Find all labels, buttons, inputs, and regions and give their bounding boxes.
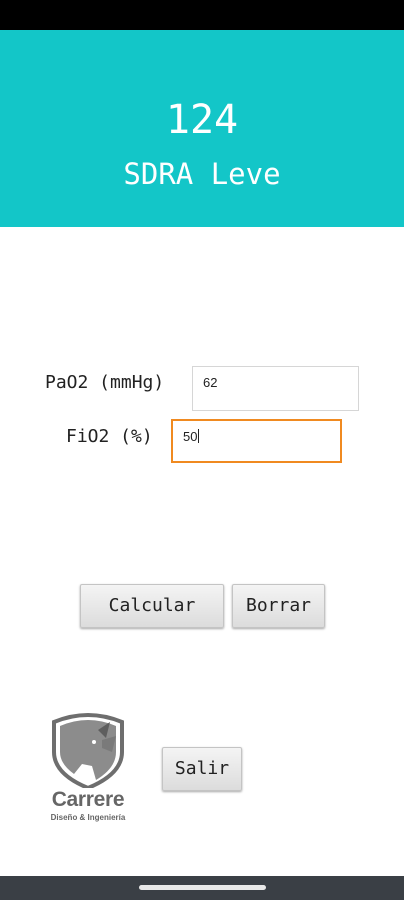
result-value: 124 — [165, 97, 239, 143]
pao2-input[interactable]: 62 — [192, 366, 359, 411]
pao2-value: 62 — [203, 375, 218, 390]
logo-tagline: Diseño & Ingeniería — [50, 813, 126, 822]
carrere-logo: Carrere Diseño & Ingeniería — [36, 708, 140, 830]
result-header: 124 SDRA Leve — [0, 30, 404, 227]
calcular-button[interactable]: Calcular — [80, 584, 224, 628]
fio2-input[interactable]: 50 — [171, 419, 342, 463]
fio2-value: 50 — [183, 429, 198, 444]
logo-name: Carrere — [51, 788, 125, 811]
home-indicator[interactable] — [139, 885, 266, 890]
fio2-label: FiO2 (%) — [66, 426, 153, 447]
text-cursor — [198, 429, 200, 443]
navigation-bar — [0, 876, 404, 900]
pao2-label: PaO2 (mmHg) — [45, 372, 165, 393]
status-bar — [0, 0, 404, 30]
salir-button[interactable]: Salir — [162, 747, 242, 791]
result-classification: SDRA Leve — [123, 157, 281, 191]
borrar-button[interactable]: Borrar — [232, 584, 325, 628]
rhino-shield-icon — [52, 713, 124, 791]
